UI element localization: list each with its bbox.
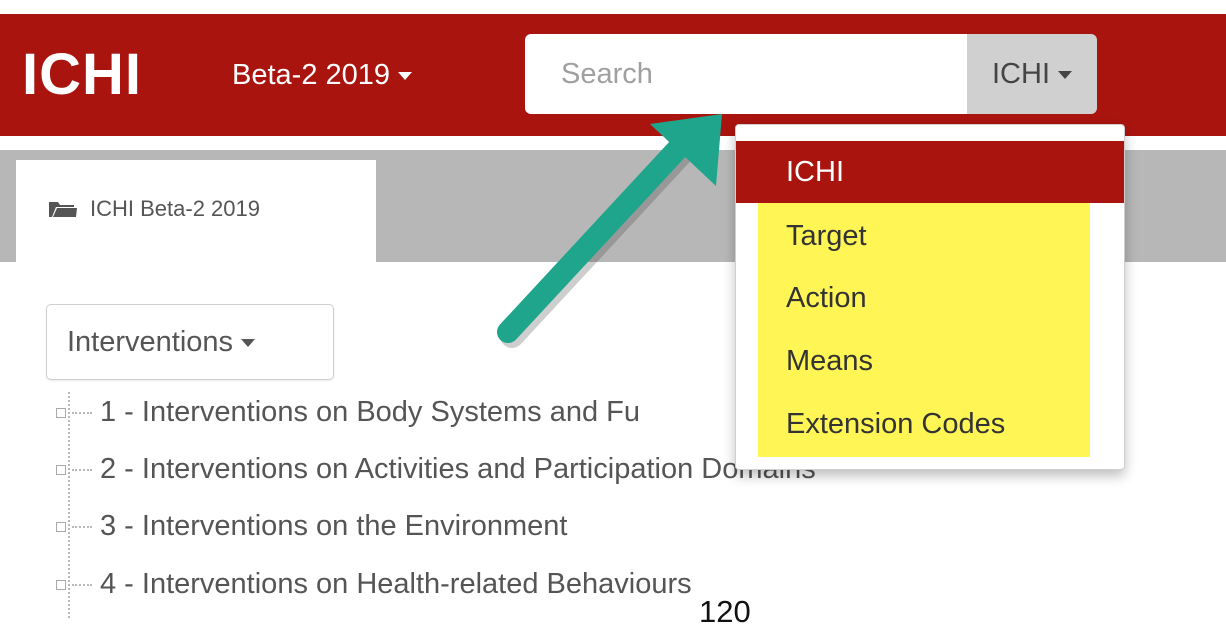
folder-open-icon	[49, 202, 77, 217]
tree-item-label: 4 - Interventions on Health-related Beha…	[100, 568, 692, 600]
menu-item-ichi[interactable]: ICHI	[736, 141, 1124, 203]
tab-title: ICHI Beta-2 2019	[90, 196, 260, 221]
tree-item[interactable]: 3 - Interventions on the Environment	[56, 510, 568, 543]
tree-node-icon	[56, 579, 66, 590]
tab-label[interactable]: ICHI Beta-2 2019	[48, 196, 260, 222]
search-input[interactable]	[525, 34, 967, 114]
tree-item-label: 1 - Interventions on Body Systems and Fu	[100, 396, 640, 428]
tree-branch	[72, 583, 92, 586]
top-strip	[0, 0, 1226, 14]
tree-node-icon	[56, 407, 66, 418]
menu-item-target[interactable]: Target	[736, 205, 1124, 267]
brand-logo[interactable]: ICHI	[22, 30, 142, 120]
tree-item[interactable]: 1 - Interventions on Body Systems and Fu	[56, 396, 640, 429]
version-label: Beta-2 2019	[232, 59, 391, 91]
version-dropdown[interactable]: Beta-2 2019	[232, 30, 413, 120]
chevron-down-icon	[1058, 71, 1072, 80]
tree-node-icon	[56, 464, 66, 475]
tree-node-icon	[56, 521, 66, 532]
search-scope-menu: ICHI Target Action Means Extension Codes	[735, 124, 1125, 470]
search-scope-label: ICHI	[992, 58, 1050, 90]
tree-branch	[72, 411, 92, 414]
tree-item[interactable]: 4 - Interventions on Health-related Beha…	[56, 568, 692, 601]
menu-item-extension-codes[interactable]: Extension Codes	[736, 393, 1124, 455]
chevron-down-icon	[398, 72, 413, 81]
tree-item-label: 2 - Interventions on Activities and Part…	[100, 453, 816, 485]
tree-connector	[68, 392, 70, 618]
tree-branch	[72, 525, 92, 528]
menu-item-means[interactable]: Means	[736, 330, 1124, 392]
navbar: ICHI Beta-2 2019 ICHI	[0, 14, 1226, 136]
tree-item[interactable]: 2 - Interventions on Activities and Part…	[56, 453, 816, 486]
interventions-dropdown[interactable]: Interventions	[46, 304, 334, 380]
page-number: 120	[699, 594, 751, 629]
chevron-down-icon	[241, 339, 256, 348]
tree-branch	[72, 468, 92, 471]
menu-item-action[interactable]: Action	[736, 267, 1124, 329]
tree-item-label: 3 - Interventions on the Environment	[100, 510, 568, 542]
search-scope-button[interactable]: ICHI	[967, 34, 1097, 114]
interventions-label: Interventions	[67, 326, 234, 358]
